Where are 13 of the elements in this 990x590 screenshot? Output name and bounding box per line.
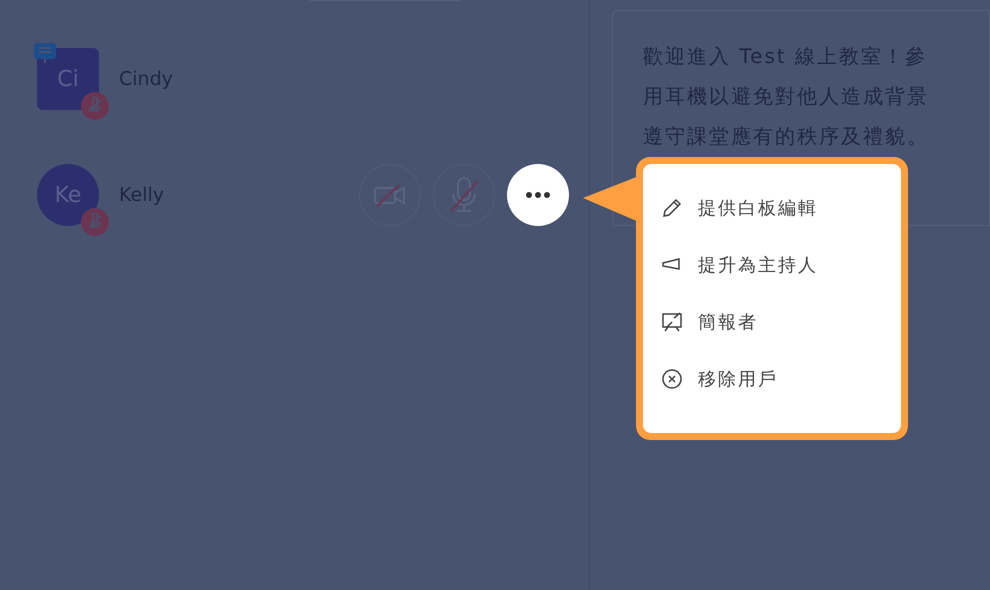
menu-item[interactable]: 簡報者 bbox=[660, 300, 901, 344]
menu-item[interactable]: 移除用戶 bbox=[660, 357, 901, 401]
mic-off-button[interactable] bbox=[433, 164, 495, 226]
muted-mic-badge-icon bbox=[80, 207, 110, 237]
camera-off-icon bbox=[373, 182, 407, 208]
pencil-icon bbox=[660, 196, 684, 220]
menu-item[interactable]: 提升為主持人 bbox=[660, 243, 901, 287]
menu-item[interactable]: 提供白板編輯 bbox=[660, 186, 901, 230]
camera-off-button[interactable] bbox=[359, 164, 421, 226]
more-icon bbox=[525, 191, 551, 199]
presentation-board-icon bbox=[660, 310, 684, 334]
muted-mic-badge-icon bbox=[80, 91, 110, 121]
close-circle-icon bbox=[660, 367, 684, 391]
